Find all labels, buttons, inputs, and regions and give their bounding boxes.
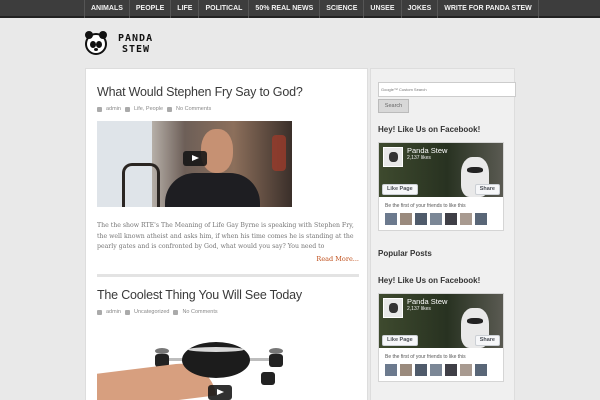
- avatar[interactable]: [385, 364, 397, 376]
- facebook-avatar[interactable]: [383, 147, 403, 167]
- read-more-link[interactable]: Read More...: [316, 255, 359, 263]
- avatar[interactable]: [415, 213, 427, 225]
- facebook-cover[interactable]: Panda Stew 2,137 likes Like Page Share: [379, 294, 503, 348]
- tag-icon: [124, 309, 130, 315]
- post-divider: [97, 274, 359, 277]
- avatar[interactable]: [400, 364, 412, 376]
- post-video[interactable]: [97, 318, 292, 400]
- facebook-share-button[interactable]: Share: [474, 335, 500, 346]
- nav-item-political[interactable]: Political: [199, 0, 250, 18]
- main-content: What Would Stephen Fry Say to God? admin…: [85, 68, 368, 400]
- avatar[interactable]: [460, 364, 472, 376]
- author-icon: [97, 309, 102, 315]
- post-meta: admin Uncategorized No Comments: [97, 309, 359, 315]
- post-excerpt: The the show RTE's The Meaning of Life G…: [97, 222, 354, 250]
- avatar[interactable]: [460, 213, 472, 225]
- facebook-friends-text: Be the first of your friends to like thi…: [385, 354, 466, 360]
- post-categories[interactable]: Uncategorized: [134, 309, 169, 315]
- facebook-avatar[interactable]: [383, 298, 403, 318]
- site-logo[interactable]: PANDA STEW: [85, 31, 153, 55]
- post-title[interactable]: What Would Stephen Fry Say to God?: [97, 85, 303, 99]
- play-button-icon[interactable]: [183, 151, 207, 166]
- avatar[interactable]: [430, 213, 442, 225]
- avatar[interactable]: [445, 213, 457, 225]
- search-button[interactable]: Search: [378, 99, 409, 113]
- avatar[interactable]: [400, 213, 412, 225]
- facebook-page-name[interactable]: Panda Stew: [407, 146, 447, 155]
- nav-item-science[interactable]: Science: [320, 0, 365, 18]
- post-meta: admin Life, People No Comments: [97, 106, 359, 112]
- panda-logo-icon: [85, 31, 107, 55]
- site-name-line2: STEW: [122, 44, 151, 55]
- facebook-cover[interactable]: Panda Stew 2,137 likes Like Page Share: [379, 143, 503, 197]
- facebook-like-button[interactable]: Like Page: [382, 335, 418, 346]
- nav-item-people[interactable]: People: [130, 0, 172, 18]
- post-author[interactable]: admin: [106, 309, 121, 315]
- site-name: PANDA STEW: [118, 33, 153, 55]
- facebook-page-name[interactable]: Panda Stew: [407, 297, 447, 306]
- facebook-faces: [385, 213, 487, 225]
- facebook-friends-text: Be the first of your friends to like thi…: [385, 203, 466, 209]
- nav-item-write[interactable]: Write For Panda Stew: [438, 0, 539, 18]
- search-placeholder: Google™ Custom Search: [381, 87, 427, 92]
- avatar[interactable]: [430, 364, 442, 376]
- nav-item-real-news[interactable]: 50% Real News: [249, 0, 321, 18]
- nav-item-jokes[interactable]: Jokes: [402, 0, 439, 18]
- tag-icon: [124, 106, 130, 112]
- post-comments[interactable]: No Comments: [176, 106, 211, 112]
- facebook-likes: 2,137 likes: [407, 306, 431, 312]
- avatar[interactable]: [445, 364, 457, 376]
- top-navigation: Animals People Life Political 50% Real N…: [0, 0, 600, 18]
- post-article: The Coolest Thing You Will See Today adm…: [97, 284, 359, 400]
- facebook-widget-title: Hey! Like Us on Facebook!: [378, 125, 481, 134]
- nav-item-animals[interactable]: Animals: [84, 0, 130, 18]
- post-comments[interactable]: No Comments: [182, 309, 217, 315]
- nav-items: Animals People Life Political 50% Real N…: [84, 0, 539, 18]
- popular-posts-title: Popular Posts: [378, 249, 432, 258]
- post-article: What Would Stephen Fry Say to God? admin…: [97, 81, 359, 277]
- facebook-page-widget: Panda Stew 2,137 likes Like Page Share B…: [378, 142, 504, 231]
- author-icon: [97, 106, 102, 112]
- post-categories[interactable]: Life, People: [134, 106, 163, 112]
- facebook-page-widget: Panda Stew 2,137 likes Like Page Share B…: [378, 293, 504, 382]
- post-video[interactable]: [97, 121, 292, 207]
- post-author[interactable]: admin: [106, 106, 121, 112]
- comment-icon: [167, 106, 173, 112]
- facebook-likes: 2,137 likes: [407, 155, 431, 161]
- nav-item-unsee[interactable]: Unsee: [364, 0, 402, 18]
- avatar[interactable]: [385, 213, 397, 225]
- post-title[interactable]: The Coolest Thing You Will See Today: [97, 288, 302, 302]
- facebook-widget-title: Hey! Like Us on Facebook!: [378, 276, 481, 285]
- avatar[interactable]: [415, 364, 427, 376]
- sidebar: Google™ Custom Search Search Hey! Like U…: [370, 68, 516, 400]
- facebook-like-button[interactable]: Like Page: [382, 184, 418, 195]
- site-name-line1: PANDA: [118, 33, 154, 44]
- avatar[interactable]: [475, 213, 487, 225]
- comment-icon: [173, 309, 179, 315]
- play-button-icon[interactable]: [208, 385, 232, 400]
- facebook-share-button[interactable]: Share: [474, 184, 500, 195]
- facebook-faces: [385, 364, 487, 376]
- avatar[interactable]: [475, 364, 487, 376]
- search-input[interactable]: Google™ Custom Search: [378, 82, 516, 97]
- nav-item-life[interactable]: Life: [171, 0, 200, 18]
